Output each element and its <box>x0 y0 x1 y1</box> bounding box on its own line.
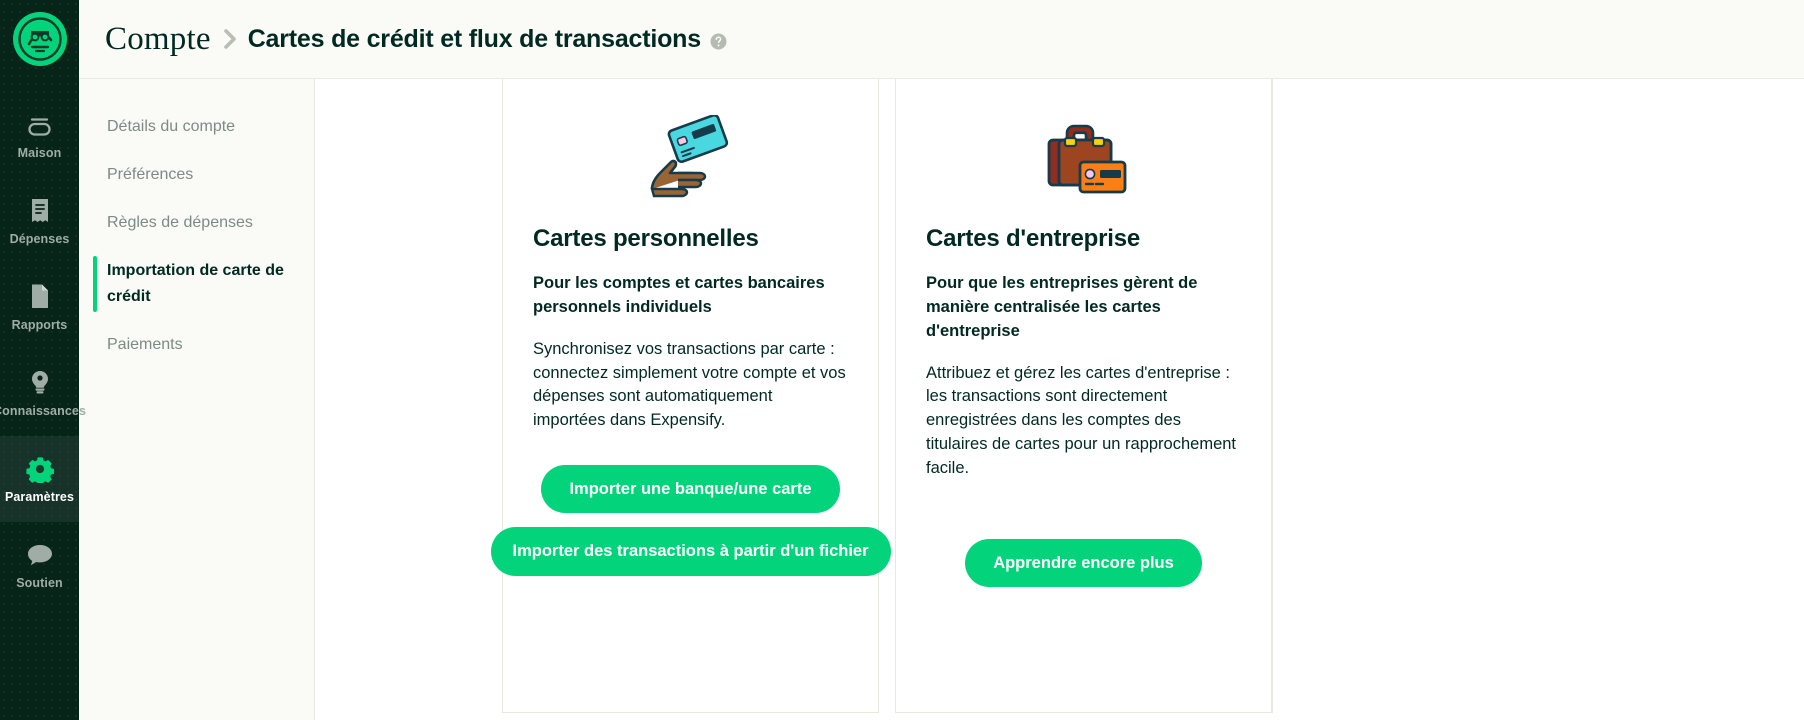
card-cartes-dentreprise: Cartes d'entreprise Pour que les entrepr… <box>895 79 1272 713</box>
help-circle-icon[interactable] <box>710 33 727 50</box>
expensify-logo-icon[interactable] <box>12 12 67 66</box>
document-icon <box>29 283 51 311</box>
briefcase-with-credit-card-icon <box>926 105 1241 213</box>
import-bank-card-button[interactable]: Importer une banque/une carte <box>541 465 840 514</box>
sidebar-item-label: Soutien <box>16 575 63 590</box>
receipt-icon <box>29 197 51 225</box>
home-icon <box>26 111 53 139</box>
sidebar-item-label: Maison <box>17 145 62 160</box>
breadcrumb-header: Compte Cartes de crédit et flux de trans… <box>79 0 1804 79</box>
cards-strip: Cartes personnelles Pour les comptes et … <box>315 79 1804 720</box>
sidebar-item-depenses[interactable]: Dépenses <box>0 178 79 264</box>
import-transactions-file-button[interactable]: Importer des transactions à partir d'un … <box>490 527 891 576</box>
settings-subnav: Détails du compte Préférences Règles de … <box>79 79 315 720</box>
primary-sidebar: Maison Dépenses Rapports Connaissances P… <box>0 0 86 720</box>
subnav-item-regles-de-depenses[interactable]: Règles de dépenses <box>79 199 314 247</box>
card-body-text: Synchronisez vos transactions par carte … <box>533 339 846 430</box>
learn-more-button[interactable]: Apprendre encore plus <box>965 539 1202 588</box>
sidebar-item-parametres[interactable]: Paramètres <box>0 436 79 522</box>
card-lead-text: Pour les comptes et cartes bancaires per… <box>533 273 825 316</box>
subnav-item-paiements[interactable]: Paiements <box>79 321 314 369</box>
subnav-item-details-du-compte[interactable]: Détails du compte <box>79 103 314 151</box>
sidebar-item-connaissances[interactable]: Connaissances <box>0 350 86 436</box>
card-lead-text: Pour que les entreprises gèrent de maniè… <box>926 273 1198 340</box>
hand-holding-credit-card-icon <box>533 105 848 213</box>
page-title: Cartes de crédit et flux de transactions <box>247 24 701 53</box>
app-root: Maison Dépenses Rapports Connaissances P… <box>0 0 1804 720</box>
card-title: Cartes personnelles <box>533 225 759 252</box>
lightbulb-icon <box>29 369 51 397</box>
subnav-item-preferences[interactable]: Préférences <box>79 151 314 199</box>
sidebar-item-maison[interactable]: Maison <box>0 92 79 178</box>
sidebar-item-rapports[interactable]: Rapports <box>0 264 79 350</box>
card-cartes-personnelles: Cartes personnelles Pour les comptes et … <box>490 79 891 713</box>
sidebar-item-label: Rapports <box>11 317 68 332</box>
main-region: Compte Cartes de crédit et flux de trans… <box>79 0 1804 720</box>
sidebar-item-label: Dépenses <box>9 231 70 246</box>
subnav-item-importation-de-carte-de-credit[interactable]: Importation de carte de crédit <box>79 247 314 321</box>
chat-bubble-icon <box>26 541 54 569</box>
content-region: Détails du compte Préférences Règles de … <box>79 79 1804 720</box>
sidebar-item-label: Connaissances <box>0 403 87 418</box>
card-actions: Apprendre encore plus <box>926 539 1241 588</box>
sidebar-item-label: Paramètres <box>4 489 75 504</box>
empty-panel <box>1272 79 1804 713</box>
breadcrumb-root-link[interactable]: Compte <box>105 22 211 56</box>
chevron-right-icon <box>223 28 238 50</box>
card-actions: Importer une banque/une carte Importer d… <box>490 465 891 576</box>
card-body-text: Attribuez et gérez les cartes d'entrepri… <box>926 363 1237 478</box>
card-title: Cartes d'entreprise <box>926 225 1140 252</box>
sidebar-item-soutien[interactable]: Soutien <box>0 522 79 608</box>
gear-icon <box>25 455 54 483</box>
